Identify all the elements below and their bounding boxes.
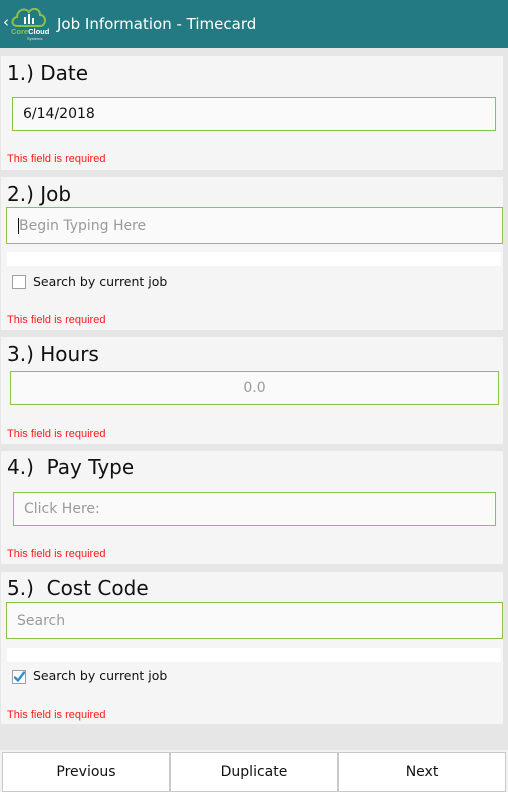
cost-code-checkbox-label: Search by current job [33,668,168,683]
hours-placeholder: 0.0 [243,380,266,396]
date-error: This field is required [7,153,106,165]
app-header: ‹ CoreCloud Systems Job Information - Ti… [0,0,508,48]
cost-code-label: 5.) Cost Code [7,576,149,600]
app-logo: CoreCloud Systems [9,4,53,44]
date-section: 1.) Date 6/14/2018 This field is require… [1,56,503,170]
checkmark-icon [12,670,26,684]
pay-type-placeholder: Click Here: [24,501,100,517]
pay-type-select[interactable]: Click Here: [13,492,496,526]
job-checkbox-label: Search by current job [33,274,168,289]
date-field[interactable]: 6/14/2018 [12,97,496,131]
duplicate-button[interactable]: Duplicate [170,752,338,792]
logo-subtext: Systems [27,36,43,41]
job-label: 2.) Job [7,182,72,206]
pay-type-label: 4.) Pay Type [7,455,135,479]
cost-code-current-job-checkbox[interactable] [12,669,26,684]
pay-type-section: 4.) Pay Type Click Here: This field is r… [1,451,503,564]
page-title: Job Information - Timecard [57,15,257,33]
job-error: This field is required [7,314,106,326]
next-button[interactable]: Next [338,752,506,792]
cost-code-suggestion-list [7,648,501,662]
hours-input[interactable]: 0.0 [10,371,499,405]
date-value: 6/14/2018 [23,106,95,122]
hours-label: 3.) Hours [7,342,99,366]
footer-nav: Previous Duplicate Next [0,750,508,792]
logo-wordmark: CoreCloud [11,27,50,36]
previous-button[interactable]: Previous [2,752,170,792]
cost-code-placeholder: Search [17,612,66,629]
hours-section: 3.) Hours 0.0 This field is required [1,337,503,444]
hours-error: This field is required [7,428,106,440]
job-current-job-checkbox[interactable] [12,275,26,289]
job-placeholder: Begin Typing Here [19,217,147,234]
cost-code-search-input[interactable]: Search [6,602,503,639]
job-search-input[interactable]: Begin Typing Here [6,207,503,244]
cost-code-error: This field is required [7,709,106,721]
date-label: 1.) Date [7,61,89,85]
job-suggestion-list [7,252,501,266]
pay-type-error: This field is required [7,548,106,560]
job-section: 2.) Job Begin Typing Here Search by curr… [1,177,503,330]
cost-code-section: 5.) Cost Code Search Search by current j… [1,572,503,724]
